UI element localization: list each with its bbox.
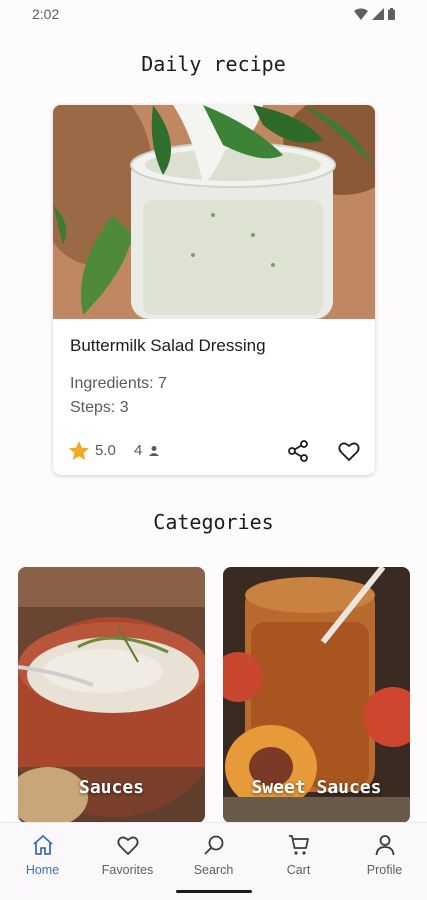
battery-icon [388,8,395,20]
heart-icon [116,836,139,855]
recipe-steps: Steps: 3 [70,399,129,416]
search-icon [203,835,223,855]
nav-item-cart[interactable]: Cart [256,833,341,877]
recipe-ingredients: Ingredients: 7 [70,375,167,392]
daily-recipe-card[interactable]: Buttermilk Salad Dressing Ingredients: 7… [53,105,375,475]
nav-item-favorites[interactable]: Favorites [85,833,170,877]
nav-item-search[interactable]: Search [171,833,256,877]
bottom-navigation: Home Favorites Search Cart Profile [0,822,427,900]
favorite-button[interactable] [337,439,361,463]
nav-item-home[interactable]: Home [0,833,85,877]
daily-recipe-title: Daily recipe [141,52,286,76]
category-card-sauces[interactable]: Sauces [18,567,205,823]
nav-label-profile: Profile [366,863,403,877]
wifi-icon [354,8,368,20]
nav-label-home: Home [25,863,60,877]
nav-item-profile[interactable]: Profile [342,833,427,877]
share-button[interactable] [286,439,310,463]
home-indicator [176,890,252,893]
categories-title: Categories [153,510,274,534]
nav-label-search: Search [193,863,234,877]
signal-icon [372,8,384,20]
recipe-image [53,105,375,319]
cart-icon [288,835,309,855]
person-icon [149,446,159,456]
category-label-sauces: Sauces [78,777,145,798]
status-time: 2:02 [32,6,60,22]
category-card-sweet-sauces[interactable]: Sweet Sauces [223,567,410,823]
nav-label-cart: Cart [286,863,311,877]
rating-value: 5.0 [95,442,116,459]
nav-label-favorites: Favorites [101,863,154,877]
rating-count: 4 [134,442,143,459]
person-icon [375,835,394,856]
home-icon [32,835,53,855]
status-bar: 2:02 [0,0,427,30]
recipe-name: Buttermilk Salad Dressing [70,336,266,355]
status-icons [354,8,395,20]
star-icon [69,441,89,460]
category-label-sweet-sauces: Sweet Sauces [251,777,382,798]
recipe-footer: 5.0 4 [67,439,363,463]
